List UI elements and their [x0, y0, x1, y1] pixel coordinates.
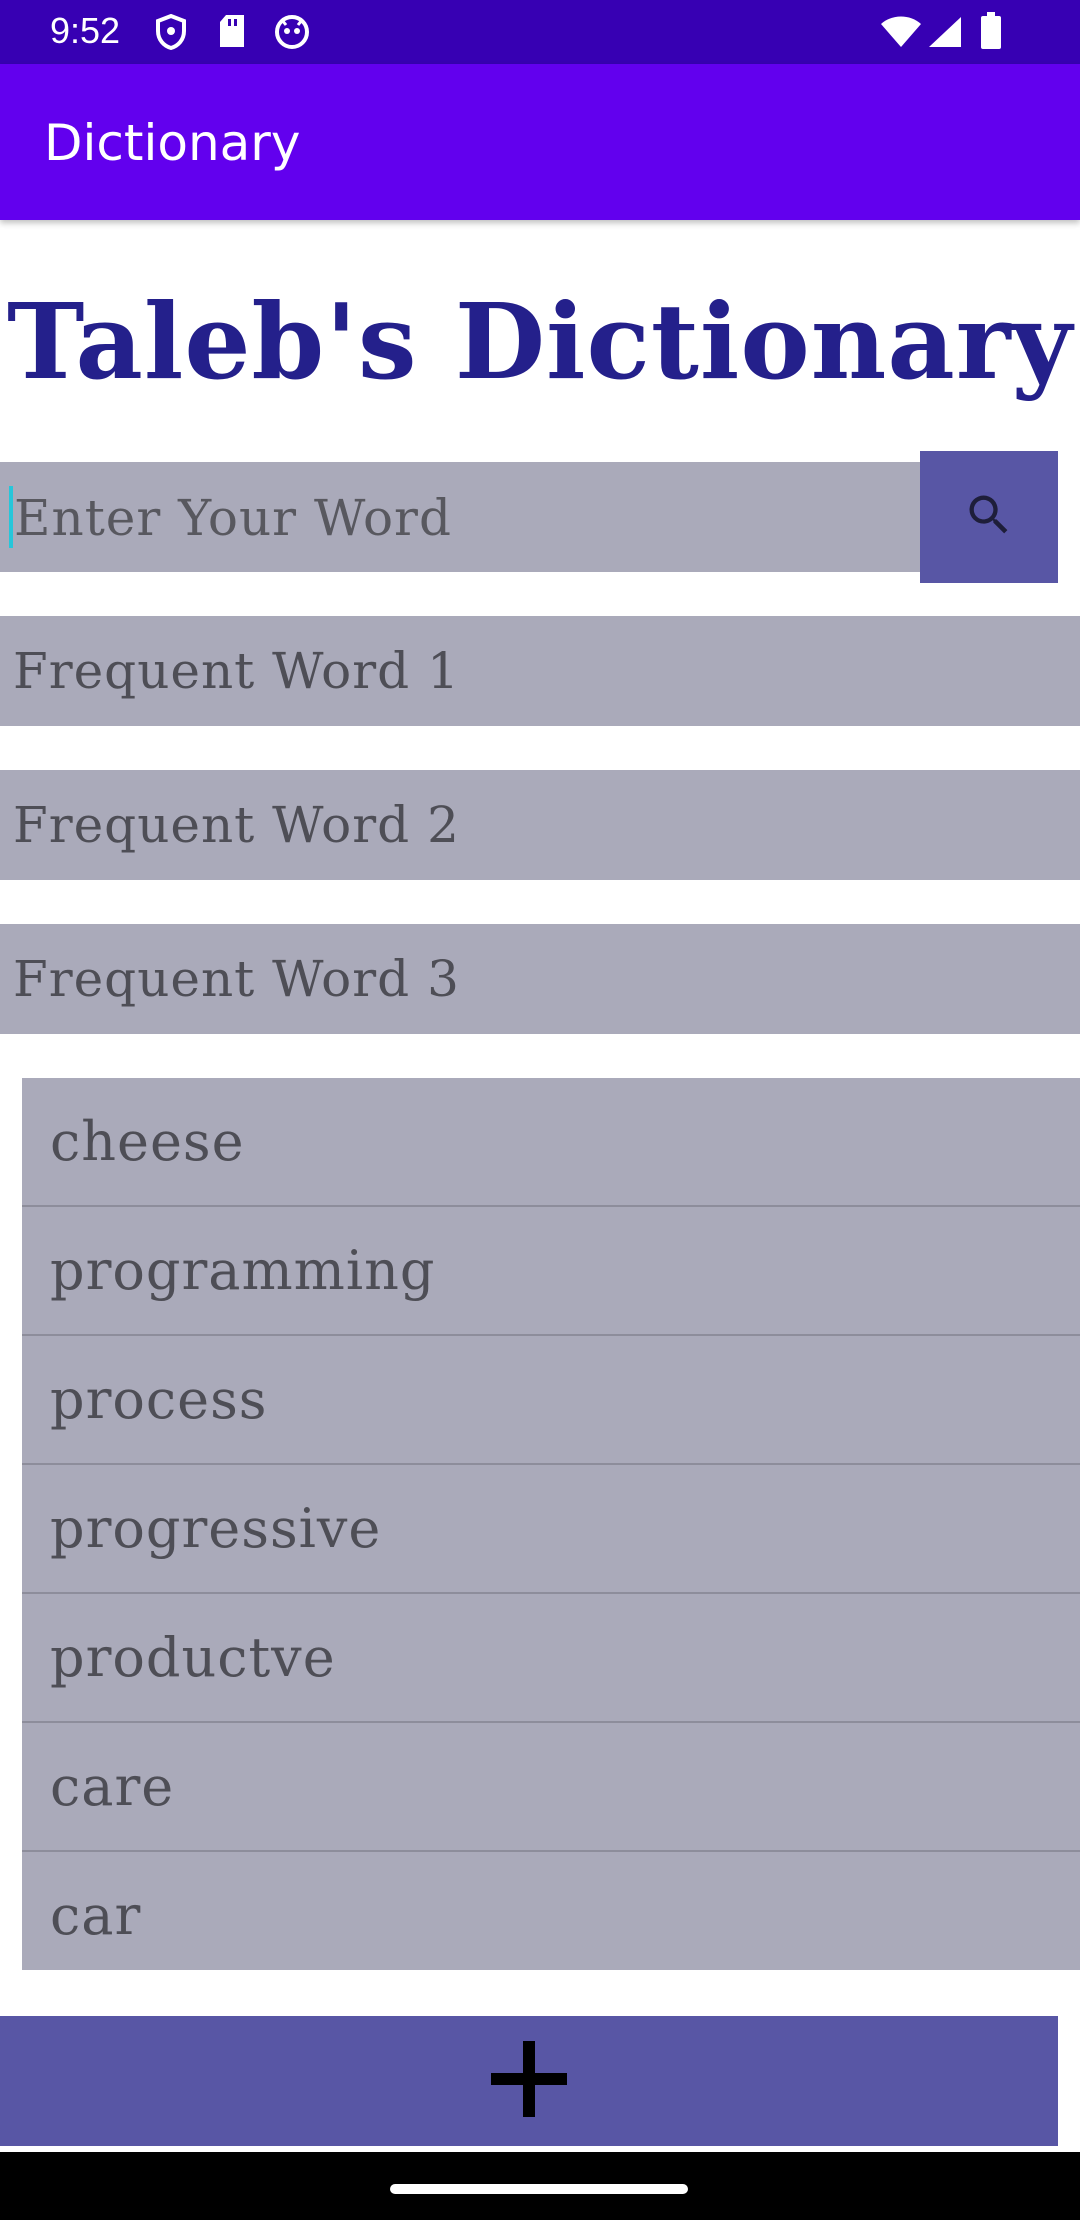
app-title: Dictionary [44, 114, 301, 172]
app-bar: Dictionary [0, 64, 1080, 220]
list-item[interactable]: care [22, 1723, 1080, 1852]
frequent-word-2[interactable]: Frequent Word 2 [0, 770, 1080, 880]
home-gesture-handle[interactable] [390, 2184, 688, 2194]
search-button[interactable] [920, 451, 1058, 583]
list-item[interactable]: process [22, 1336, 1080, 1465]
frequent-word-1[interactable]: Frequent Word 1 [0, 616, 1080, 726]
search-icon [963, 489, 1015, 546]
list-item[interactable]: cheese [22, 1078, 1080, 1207]
shield-icon [155, 13, 187, 55]
wifi-icon [880, 16, 922, 53]
list-item[interactable]: progressive [22, 1465, 1080, 1594]
cell-signal-icon [928, 16, 962, 53]
search-input[interactable] [12, 462, 916, 574]
word-list[interactable]: cheese programming process progressive p… [22, 1078, 1080, 1970]
status-time: 9:52 [50, 10, 121, 51]
battery-icon [980, 12, 1002, 55]
status-bar: 9:52 [0, 0, 1080, 64]
plus-icon [489, 2039, 569, 2124]
navigation-bar [0, 2152, 1080, 2220]
sd-card-icon [218, 14, 246, 53]
page-title: Taleb's Dictionary [7, 280, 1073, 403]
search-field[interactable] [0, 462, 920, 574]
frequent-word-3[interactable]: Frequent Word 3 [0, 924, 1080, 1034]
add-word-button[interactable] [0, 2016, 1058, 2146]
list-item[interactable]: car [22, 1852, 1080, 1979]
list-item[interactable]: productve [22, 1594, 1080, 1723]
android-debug-icon [274, 14, 310, 55]
list-item[interactable]: programming [22, 1207, 1080, 1336]
